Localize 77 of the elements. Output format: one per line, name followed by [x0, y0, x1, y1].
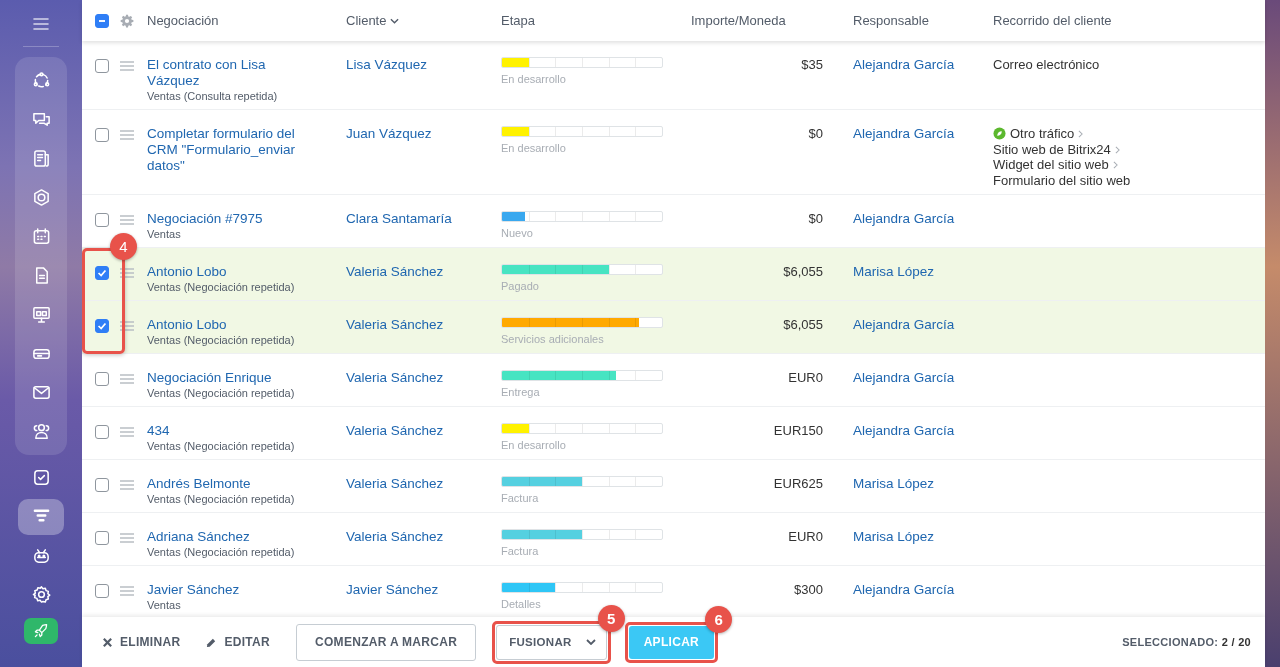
pipeline-text: Ventas (Negociación repetida) [147, 280, 296, 294]
responsible-link[interactable]: Alejandra García [853, 317, 993, 333]
stage-label: Factura [501, 545, 540, 557]
amount-text: $0 [807, 126, 823, 141]
delete-button[interactable]: ELIMINAR [102, 635, 181, 649]
pipeline-text: Ventas (Negociación repetida) [147, 333, 296, 347]
client-link[interactable]: Valeria Sánchez [346, 476, 501, 492]
responsible-link[interactable]: Alejandra García [853, 57, 993, 73]
responsible-link[interactable]: Alejandra García [853, 211, 993, 227]
stage-label: En desarrollo [501, 439, 567, 451]
stage-label: Nuevo [501, 227, 534, 239]
deal-link[interactable]: Adriana Sánchez [147, 529, 306, 545]
stage-label: Factura [501, 492, 540, 504]
callout-badge: 6 [705, 605, 733, 633]
stage-label: Detalles [501, 598, 542, 610]
journey-step: Sitio web de Bitrix24 [993, 141, 1111, 157]
amount-text: $6,055 [782, 317, 823, 332]
responsible-link[interactable]: Alejandra García [853, 126, 993, 142]
responsible-link[interactable]: Marisa López [853, 264, 993, 280]
responsible-link[interactable]: Alejandra García [853, 423, 993, 439]
client-link[interactable]: Valeria Sánchez [346, 370, 501, 386]
pipeline-text: Ventas (Consulta repetida) [147, 89, 279, 103]
responsible-link[interactable]: Alejandra García [853, 370, 993, 386]
journey-step: Correo electrónico [993, 57, 1100, 73]
deal-link[interactable]: Completar formulario del CRM "Formulario_enviar datos" [147, 126, 306, 174]
pipeline-text: Ventas (Negociación repetida) [147, 439, 296, 453]
amount-text: EUR150 [772, 423, 823, 438]
pipeline-text: Ventas [147, 227, 182, 241]
amount-text: $6,055 [782, 264, 823, 279]
journey-step: Otro tráfico [1010, 126, 1075, 142]
amount-text: $0 [807, 211, 823, 226]
amount-text: EUR625 [772, 476, 823, 491]
selection-count-text: SELECCIONADO: 2 / 20 [1122, 636, 1251, 648]
column-header[interactable]: Etapa [501, 13, 691, 28]
client-link[interactable]: Clara Santamaría [346, 211, 501, 227]
pipeline-text: Ventas (Negociación repetida) [147, 545, 296, 559]
start-marking-button[interactable]: COMENZAR A MARCAR [296, 623, 477, 661]
column-header[interactable]: Recorrido del cliente [993, 13, 1265, 28]
stage-label: En desarrollo [501, 142, 567, 154]
responsible-link[interactable]: Marisa López [853, 529, 993, 545]
edit-button[interactable]: EDITAR [206, 635, 270, 649]
journey-step: Widget del sitio web [993, 157, 1109, 173]
deal-link[interactable]: 434 [147, 423, 306, 439]
deal-link[interactable]: Andrés Belmonte [147, 476, 306, 492]
amount-text: EUR0 [787, 529, 823, 544]
amount-text: EUR0 [787, 370, 823, 385]
deal-link[interactable]: El contrato con Lisa Vázquez [147, 57, 306, 89]
client-link[interactable]: Juan Vázquez [346, 126, 501, 142]
column-header[interactable]: Importe/Moneda [691, 13, 823, 28]
deal-link[interactable]: Antonio Lobo [147, 264, 306, 280]
client-link[interactable]: Valeria Sánchez [346, 423, 501, 439]
stage-label: En desarrollo [501, 73, 567, 85]
journey-step: Formulario del sitio web [993, 172, 1131, 188]
pipeline-text: Ventas [147, 598, 182, 612]
amount-text: $300 [793, 582, 823, 597]
responsible-link[interactable]: Alejandra García [853, 582, 993, 598]
stage-label: Pagado [501, 280, 540, 292]
client-link[interactable]: Lisa Vázquez [346, 57, 501, 73]
column-header[interactable]: Negociación [147, 13, 346, 28]
client-link[interactable]: Valeria Sánchez [346, 264, 501, 280]
amount-text: $35 [800, 57, 823, 72]
column-header[interactable]: Responsable [853, 13, 993, 28]
responsible-link[interactable]: Marisa López [853, 476, 993, 492]
client-link[interactable]: Valeria Sánchez [346, 317, 501, 333]
client-link[interactable]: Valeria Sánchez [346, 529, 501, 545]
pipeline-text: Ventas (Negociación repetida) [147, 492, 296, 506]
merge-dropdown[interactable]: FUSIONAR [496, 624, 607, 660]
stage-label: Entrega [501, 386, 541, 398]
pipeline-text: Ventas (Negociación repetida) [147, 386, 296, 400]
deal-link[interactable]: Negociación #7975 [147, 211, 306, 227]
stage-label: Servicios adicionales [501, 333, 605, 345]
column-header[interactable]: Cliente [346, 13, 501, 28]
deal-link[interactable]: Antonio Lobo [147, 317, 306, 333]
deal-link[interactable]: Javier Sánchez [147, 582, 306, 598]
deal-link[interactable]: Negociación Enrique [147, 370, 306, 386]
client-link[interactable]: Javier Sánchez [346, 582, 501, 598]
callout-badge: 5 [597, 604, 625, 632]
